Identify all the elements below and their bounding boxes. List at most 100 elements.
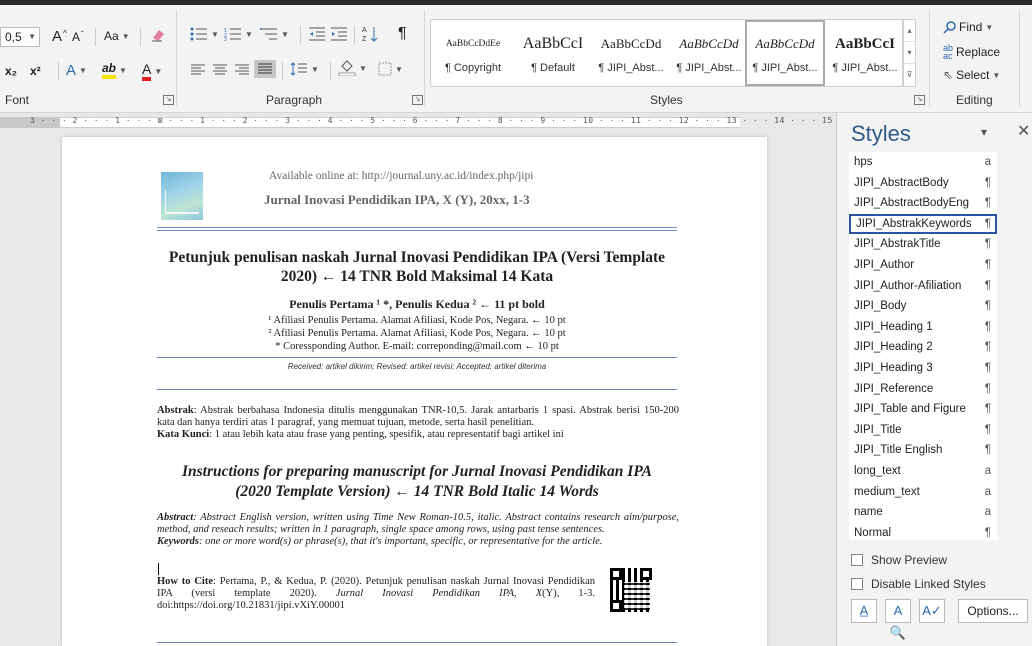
style-item-name: Normal <box>854 526 892 539</box>
paragraph-style-icon: ¶ <box>984 258 991 271</box>
ruler-ticks: 3 · · · 2 · · · 1 · · · ⊠ · · · 1 · · · … <box>30 116 945 125</box>
gallery-style-jipi-abst-3[interactable]: AaBbCcDd ¶ JIPI_Abst... <box>745 20 825 86</box>
style-item-author-afiliation[interactable]: JIPI_Author-Afiliation ¶ <box>849 276 997 297</box>
borders-icon <box>378 62 392 76</box>
gallery-name: ¶ Default <box>531 62 575 74</box>
style-item-heading-3[interactable]: JIPI_Heading 3 ¶ <box>849 358 997 379</box>
style-item-hps[interactable]: hps a <box>849 152 997 173</box>
separator <box>140 28 141 46</box>
increase-indent-button[interactable] <box>330 27 348 41</box>
paragraph-dialog-launcher-icon[interactable]: ↘ <box>412 95 423 105</box>
style-item-medium-text[interactable]: medium_text a <box>849 482 997 503</box>
font-size-value: 0,5 <box>5 30 22 44</box>
shrink-font-button[interactable]: Aˇ <box>72 30 84 45</box>
style-list: hps a JIPI_AbstractBody ¶ JIPI_AbstractBod… <box>849 152 997 540</box>
search-icon <box>943 20 956 34</box>
shading-button[interactable]: ▼ <box>338 60 367 76</box>
manage-styles-button[interactable]: A✓ <box>919 599 945 623</box>
chevron-down-icon: ▼ <box>359 63 367 73</box>
style-item-heading-2[interactable]: JIPI_Heading 2 ¶ <box>849 337 997 358</box>
multilevel-list-button[interactable]: ▼ <box>260 27 289 41</box>
disable-linked-styles-checkbox[interactable]: Disable Linked Styles <box>851 577 986 591</box>
style-item-abstractbodyeng[interactable]: JIPI_AbstractBodyEng ¶ <box>849 193 997 214</box>
options-button[interactable]: Options... <box>958 599 1028 623</box>
chevron-down-icon: ▼ <box>119 65 127 75</box>
style-list-scrollbar[interactable] <box>1013 152 1032 540</box>
affiliation-1: ¹ Afiliasi Penulis Pertama. Alamat Afili… <box>268 315 566 326</box>
rule <box>157 357 677 358</box>
align-center-button[interactable] <box>212 64 228 76</box>
text-effects-button[interactable]: A ▼ <box>66 62 87 79</box>
new-style-button[interactable]: A̲ <box>851 599 877 623</box>
style-item-reference[interactable]: JIPI_Reference ¶ <box>849 379 997 400</box>
grow-font-button[interactable]: A ^ <box>52 28 67 45</box>
group-separator <box>424 10 425 106</box>
highlight-button[interactable]: ab ▼ <box>102 61 127 79</box>
gallery-style-default[interactable]: AaBbCcI ¶ Default <box>513 20 593 86</box>
style-item-abstraktitle[interactable]: JIPI_AbstrakTitle ¶ <box>849 234 997 255</box>
chevron-down-icon: ▼ <box>395 64 403 74</box>
gallery-sample: AaBbCcDdEe <box>445 39 501 49</box>
styles-gallery: AaBbCcDdEe ¶ Copyright AaBbCcI ¶ Default… <box>430 19 903 87</box>
style-item-author[interactable]: JIPI_Author ¶ <box>849 255 997 276</box>
change-case-icon: Aa <box>104 29 119 43</box>
gallery-more-icon[interactable]: ⊽ <box>904 64 915 86</box>
decrease-indent-button[interactable] <box>308 27 326 41</box>
styles-dialog-launcher-icon[interactable]: ↘ <box>914 95 925 105</box>
bullets-button[interactable]: ▼ <box>190 27 219 41</box>
font-size-combo[interactable]: 0,5 ▼ <box>0 27 40 47</box>
change-case-button[interactable]: Aa ▼ <box>104 29 130 43</box>
pane-options-chevron-icon[interactable]: ▾ <box>981 125 987 139</box>
gallery-style-jipi-abst-4[interactable]: AaBbCcI ¶ JIPI_Abst... <box>825 20 905 86</box>
abstract-label: Abstract <box>157 512 194 523</box>
style-item-table-and-figure[interactable]: JIPI_Table and Figure ¶ <box>849 399 997 420</box>
close-icon[interactable]: ✕ <box>1017 121 1030 141</box>
clear-formatting-button[interactable] <box>150 27 166 43</box>
english-title-line: (2020 Template Version) ← 14 TNR Bold It… <box>235 483 599 500</box>
subscript-button[interactable]: x₂ <box>5 64 17 78</box>
style-inspector-button[interactable]: A🔍 <box>885 599 911 640</box>
style-item-heading-1[interactable]: JIPI_Heading 1 ¶ <box>849 317 997 338</box>
show-formatting-button[interactable]: ¶ <box>398 25 407 43</box>
style-item-body[interactable]: JIPI_Body ¶ <box>849 296 997 317</box>
header-journal: Jurnal Inovasi Pendidikan IPA, X (Y), 20… <box>264 192 530 207</box>
separator <box>95 28 96 46</box>
document-page[interactable]: Available online at: http://journal.uny.… <box>62 137 767 646</box>
borders-button[interactable]: ▼ <box>378 62 403 76</box>
gallery-style-copyright[interactable]: AaBbCcDdEe ¶ Copyright <box>433 20 513 86</box>
gallery-up-icon[interactable]: ▴ <box>904 20 915 42</box>
numbering-button[interactable]: 1 2 3 ▼ <box>224 27 253 41</box>
gallery-name: ¶ JIPI_Abst... <box>832 62 898 74</box>
superscript-button[interactable]: x² <box>30 64 41 78</box>
style-item-title[interactable]: JIPI_Title ¶ <box>849 420 997 441</box>
style-item-long-text[interactable]: long_text a <box>849 461 997 482</box>
paragraph-style-icon: ¶ <box>984 279 991 292</box>
font-color-button[interactable]: A ▼ <box>142 61 162 81</box>
gallery-style-jipi-abst-2[interactable]: AaBbCcDd ¶ JIPI_Abst... <box>669 20 749 86</box>
how-to-cite: How to Cite: Pertama, P., & Kedua, P. (2… <box>157 576 595 612</box>
ribbon: 0,5 ▼ A ^ Aˇ Aa ▼ x₂ x² A ▼ ab ▼ A ▼ Font ↘ ▼… <box>0 0 1032 113</box>
line-spacing-button[interactable]: ▼ <box>290 62 319 76</box>
select-button[interactable]: ⇖ Select ▼ <box>943 68 1000 82</box>
style-item-abstractbody[interactable]: JIPI_AbstractBody ¶ <box>849 173 997 194</box>
sort-button[interactable]: AZ <box>362 25 378 43</box>
show-preview-checkbox[interactable]: Show Preview <box>851 553 947 567</box>
gallery-sample: AaBbCcDd <box>679 36 739 51</box>
gallery-style-jipi-abst-1[interactable]: AaBbCcDd ¶ JIPI_Abst... <box>591 20 671 86</box>
gallery-down-icon[interactable]: ▾ <box>904 42 915 64</box>
align-left-icon <box>191 64 205 75</box>
gallery-scrollbar[interactable]: ▴ ▾ ⊽ <box>903 19 916 87</box>
style-item-abstrakkeywords[interactable]: JIPI_AbstrakKeywords ¶ <box>849 213 997 235</box>
find-button[interactable]: Find ▼ <box>943 20 993 34</box>
style-item-title-english[interactable]: JIPI_Title English ¶ <box>849 440 997 461</box>
align-left-button[interactable] <box>190 64 206 76</box>
cursor-arrow-icon: ⇖ <box>943 68 954 82</box>
style-item-normal[interactable]: Normal ¶ <box>849 523 997 540</box>
justify-button[interactable] <box>254 60 276 78</box>
font-dialog-launcher-icon[interactable]: ↘ <box>163 95 174 105</box>
cite-journal: Jurnal Inovasi Pendidikan IPA, X <box>335 588 543 599</box>
horizontal-ruler[interactable]: 3 · · · 2 · · · 1 · · · ⊠ · · · 1 · · · … <box>0 114 944 132</box>
style-item-name[interactable]: name a <box>849 502 997 523</box>
align-right-button[interactable] <box>234 64 250 76</box>
replace-button[interactable]: ab ac Replace <box>943 44 1000 61</box>
